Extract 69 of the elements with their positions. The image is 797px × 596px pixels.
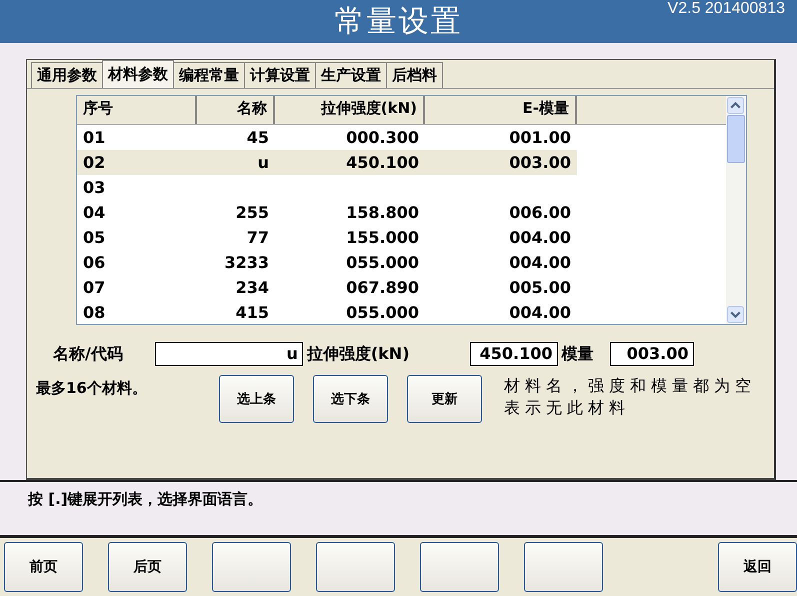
footer-button[interactable]: 前页 <box>4 542 83 592</box>
footer-button[interactable] <box>420 542 499 592</box>
tab[interactable]: 通用参数 <box>31 62 103 88</box>
table-cell: 004.00 <box>509 253 571 272</box>
table-cell: 08 <box>83 303 106 322</box>
table-cell: 055.000 <box>346 253 419 272</box>
tab[interactable]: 后档料 <box>386 62 443 88</box>
field-label: 模量 <box>562 344 594 364</box>
footer-button[interactable]: 后页 <box>108 542 187 592</box>
input-field[interactable]: 450.100 <box>470 342 558 366</box>
table-cell: 255 <box>236 203 269 222</box>
table-cell: 005.00 <box>509 278 571 297</box>
input-field[interactable]: 003.00 <box>610 342 694 366</box>
table-cell: 004.00 <box>509 303 571 322</box>
scroll-thumb[interactable] <box>727 115 745 163</box>
action-button[interactable]: 选上条 <box>219 375 294 423</box>
table-cell: 06 <box>83 253 106 272</box>
table-row[interactable]: 03 <box>77 175 577 200</box>
table-cell: u <box>258 153 269 172</box>
table-row[interactable]: 04 255 158.800 006.00 <box>77 200 577 225</box>
field-label: 拉伸强度(kN) <box>306 344 410 364</box>
table-cell: 05 <box>83 228 106 247</box>
note-text: 最多16个材料。 <box>36 379 148 398</box>
table-row[interactable]: 07 234 067.890 005.00 <box>77 275 577 300</box>
table-row[interactable]: 01 45 000.300 001.00 <box>77 125 577 150</box>
table-row[interactable]: 06 3233 055.000 004.00 <box>77 250 577 275</box>
table-cell: 158.800 <box>346 203 419 222</box>
table-cell: 155.000 <box>346 228 419 247</box>
hint-text: 材料名，强度和模量都为空表示无此材料 <box>504 375 757 419</box>
column-header: 名称 <box>197 96 275 124</box>
table-cell: 02 <box>83 153 106 172</box>
table-cell: 055.000 <box>346 303 419 322</box>
scroll-down-icon[interactable] <box>727 306 744 323</box>
table-cell: 77 <box>246 228 269 247</box>
table-cell: 234 <box>236 278 269 297</box>
column-header: E-模量 <box>425 96 577 124</box>
table-cell: 006.00 <box>509 203 571 222</box>
table-cell: 04 <box>83 203 106 222</box>
table-row[interactable]: 05 77 155.000 004.00 <box>77 225 577 250</box>
action-button[interactable]: 更新 <box>407 375 482 423</box>
table-cell: 067.890 <box>346 278 419 297</box>
footer-button[interactable] <box>524 542 603 592</box>
footer-button[interactable] <box>316 542 395 592</box>
status-message: 按 [.]键展开列表，选择界面语言。 <box>28 490 263 508</box>
version-label: V2.5 201400813 <box>668 0 785 18</box>
table-cell: 3233 <box>224 253 269 272</box>
column-header: 序号 <box>77 96 197 124</box>
table-cell: 004.00 <box>509 228 571 247</box>
table-cell: 450.100 <box>346 153 419 172</box>
tab[interactable]: 材料参数 <box>102 60 174 88</box>
table-cell: 07 <box>83 278 106 297</box>
field-label: 名称/代码 <box>53 344 123 364</box>
table-row[interactable]: 02 u 450.100 003.00 <box>77 150 577 175</box>
scrollbar[interactable] <box>726 96 746 324</box>
column-header: 拉伸强度(kN) <box>275 96 425 124</box>
screen-title: 常量设置 <box>334 3 462 41</box>
action-button[interactable]: 选下条 <box>313 375 388 423</box>
table-cell: 45 <box>246 128 269 147</box>
scroll-up-icon[interactable] <box>727 97 744 114</box>
table-cell: 01 <box>83 128 106 147</box>
table-cell: 000.300 <box>346 128 419 147</box>
input-field[interactable]: u <box>154 342 303 366</box>
footer-button[interactable] <box>212 542 291 592</box>
table-cell: 003.00 <box>509 153 571 172</box>
table-row[interactable]: 08 415 055.000 004.00 <box>77 300 577 325</box>
table-cell: 03 <box>83 178 106 197</box>
table-cell: 001.00 <box>509 128 571 147</box>
footer-button[interactable]: 返回 <box>718 542 797 592</box>
table-cell: 415 <box>236 303 269 322</box>
